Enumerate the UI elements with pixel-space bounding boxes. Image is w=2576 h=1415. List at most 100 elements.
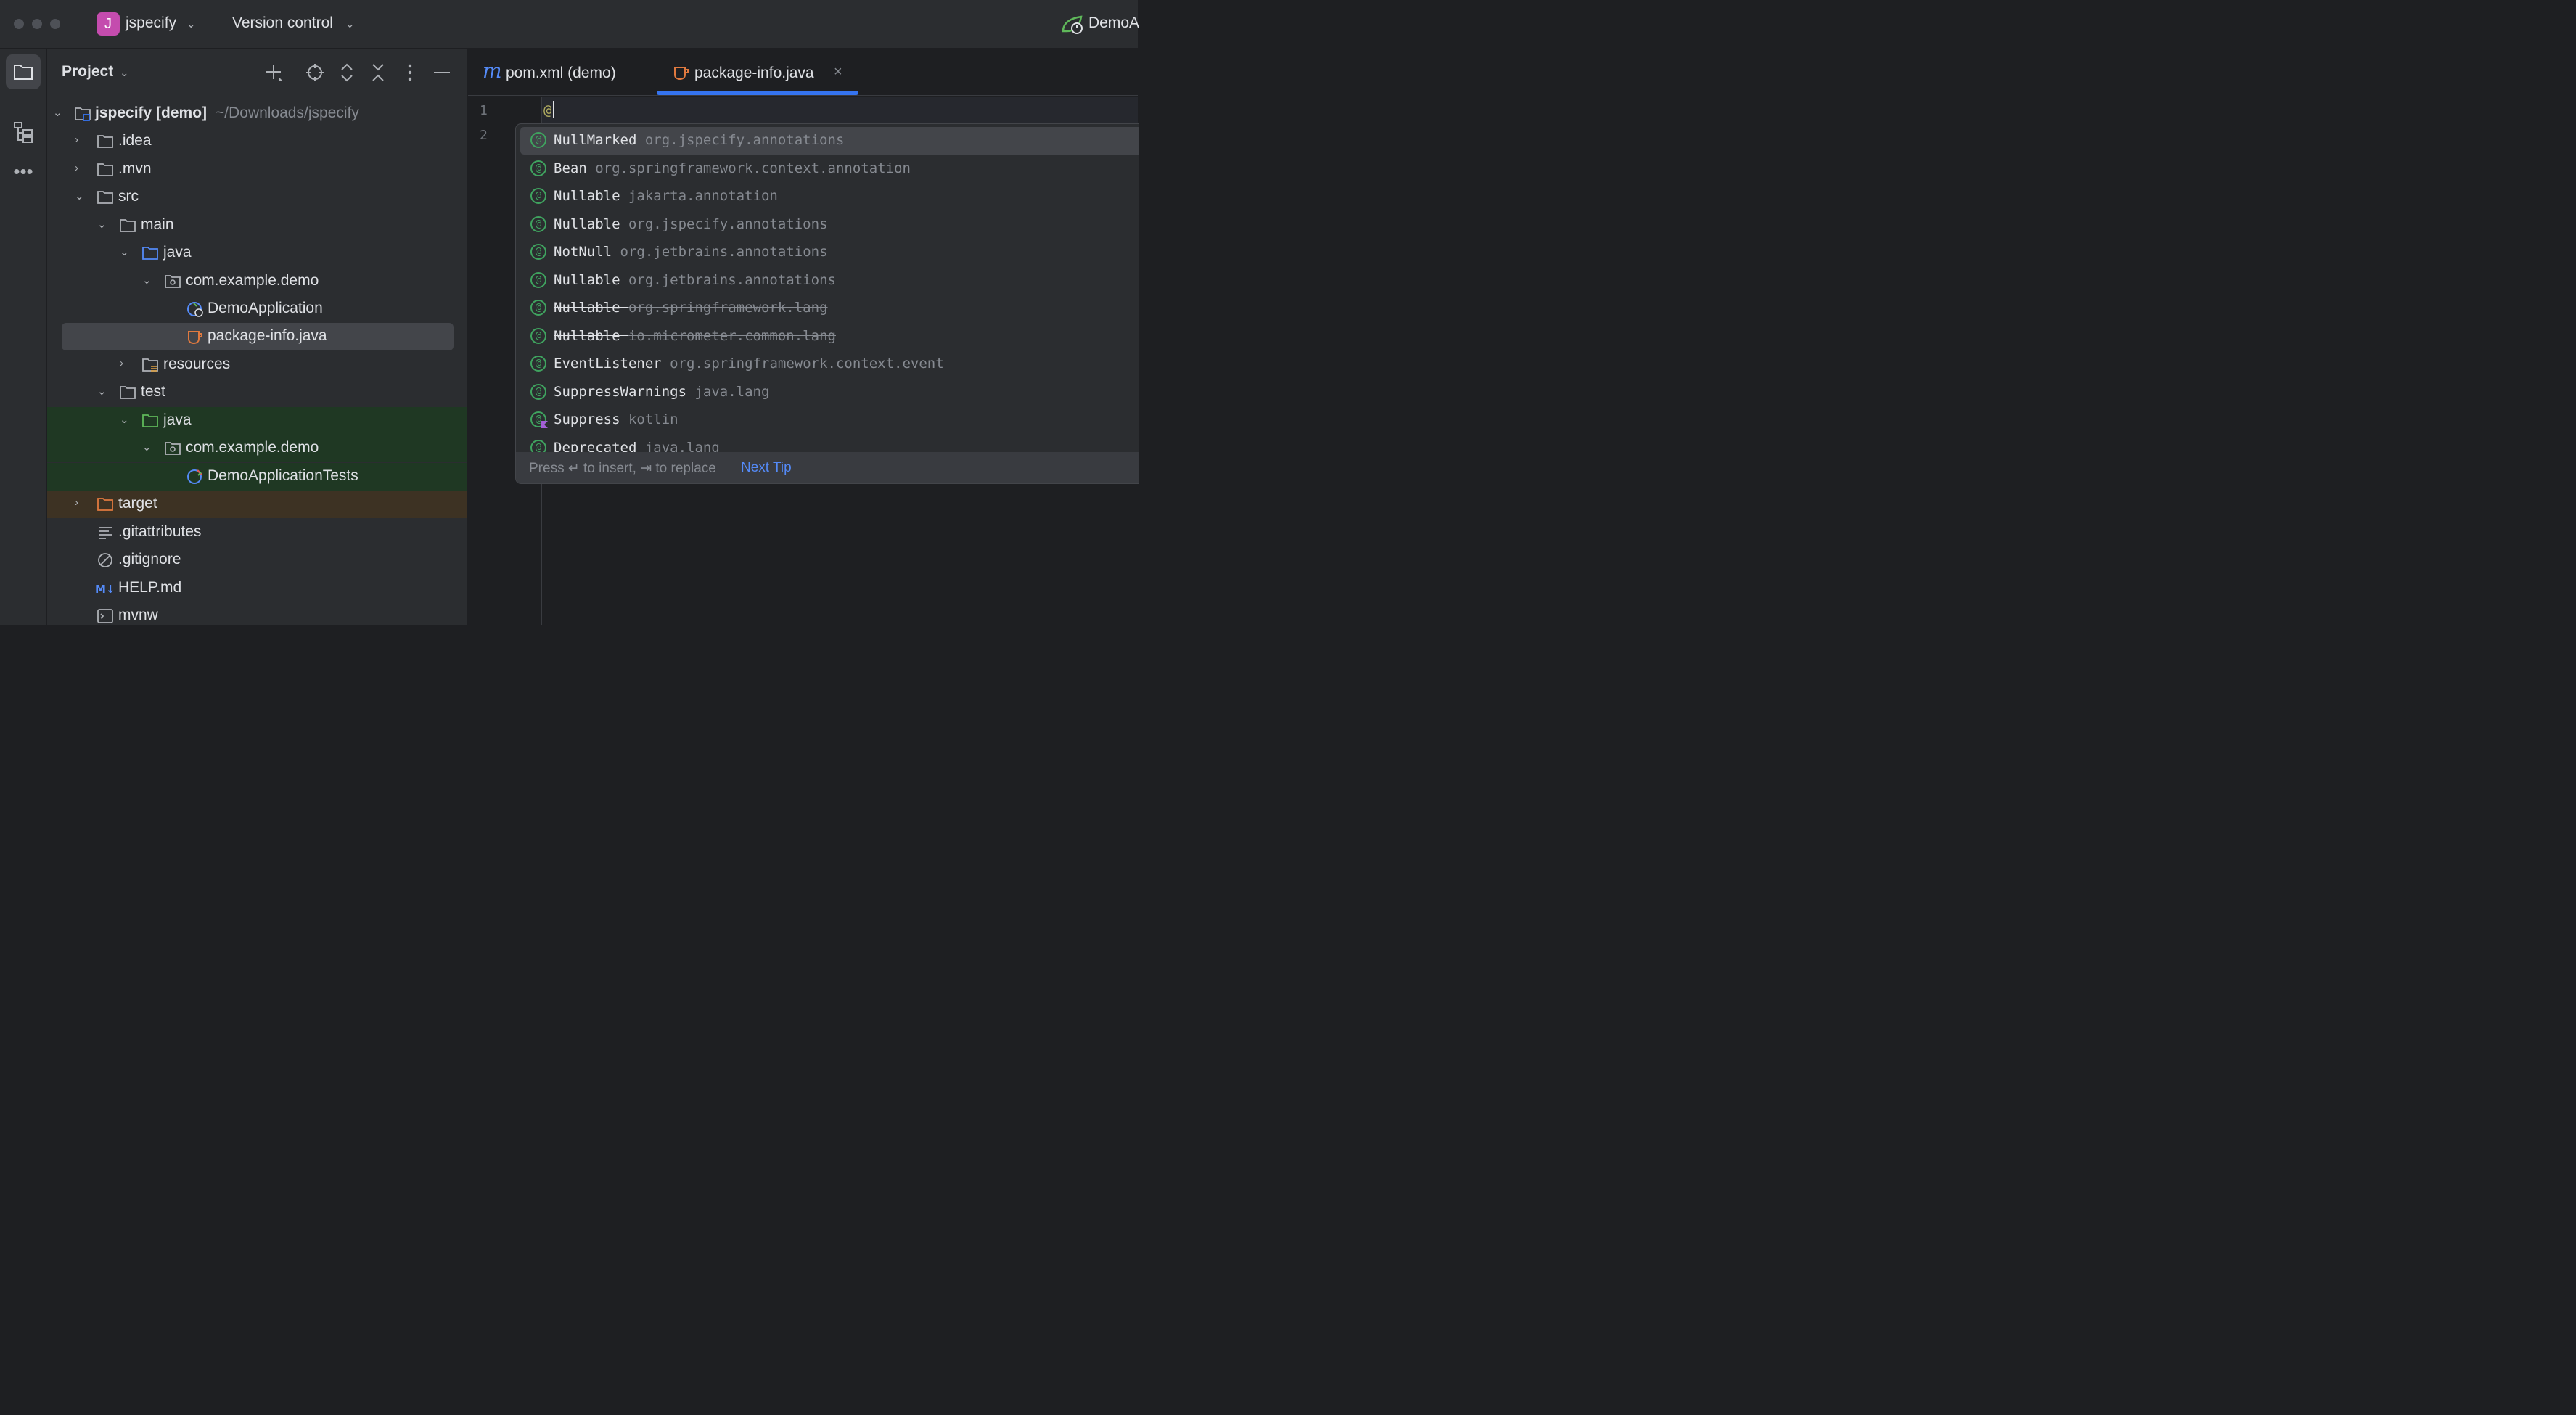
maven-icon: m — [483, 59, 502, 83]
tree-item-mvnw[interactable]: mvnw — [47, 602, 467, 630]
tree-item-target[interactable]: › target — [47, 491, 467, 518]
tree-item-label: test — [141, 383, 165, 400]
tree-item-gitignore[interactable]: .gitignore — [47, 546, 467, 574]
tree-item-package-info[interactable]: package-info.java — [62, 323, 454, 350]
tree-item-main[interactable]: ⌄ main — [47, 212, 467, 239]
locate-file-icon[interactable] — [305, 63, 324, 82]
expand-all-icon[interactable] — [338, 62, 356, 83]
completion-item[interactable]: @ SuppressWarnings java.lang — [520, 379, 1139, 406]
tree-item-test[interactable]: ⌄ test — [47, 379, 467, 406]
completion-item-name: SuppressWarnings java.lang — [554, 384, 770, 400]
completion-item[interactable]: @ NotNull org.jetbrains.annotations — [520, 239, 1139, 266]
tree-item-main-java[interactable]: ⌄ java — [47, 239, 467, 267]
annotation-icon: @ — [530, 244, 546, 260]
tree-item-idea[interactable]: › .idea — [47, 128, 467, 155]
tree-item-gitattributes[interactable]: .gitattributes — [47, 519, 467, 546]
tree-item-help-md[interactable]: M↓ HELP.md — [47, 575, 467, 602]
completion-item-name: Nullable org.jetbrains.annotations — [554, 272, 836, 288]
completion-item-name: Nullable org.springframework.lang — [554, 300, 828, 316]
annotation-icon: @ — [530, 188, 546, 204]
folder-icon — [14, 65, 33, 80]
tab-pom-xml[interactable]: m pom.xml (demo) — [480, 49, 639, 95]
code-line-1[interactable]: @ — [543, 102, 551, 118]
tree-item-mvn[interactable]: › .mvn — [47, 156, 467, 184]
completion-item[interactable]: @ Nullable org.jspecify.annotations — [520, 211, 1139, 239]
test-folder-icon — [142, 414, 158, 427]
more-tools-icon[interactable]: ••• — [6, 160, 41, 189]
next-tip-link[interactable]: Next Tip — [741, 460, 792, 476]
completion-item-deprecated[interactable]: @ Nullable org.springframework.lang — [520, 295, 1139, 322]
tree-item-label: package-info.java — [208, 327, 327, 344]
project-view-selector[interactable]: Project ⌄ — [62, 62, 141, 83]
window-close-button[interactable] — [14, 19, 24, 29]
version-control-label: Version control — [232, 15, 333, 31]
tree-item-jspecify[interactable]: ⌄ jspecify [demo] ~/Downloads/jspecify — [47, 100, 467, 128]
completion-item[interactable]: @ NullMarked org.jspecify.annotations — [520, 127, 1139, 155]
resources-folder-icon — [142, 358, 158, 372]
completion-item[interactable]: @ Nullable jakarta.annotation — [520, 183, 1139, 210]
window-zoom-button[interactable] — [50, 19, 60, 29]
tree-item-label: target — [118, 495, 157, 512]
tree-item-test-package[interactable]: ⌄ com.example.demo — [47, 435, 467, 462]
tab-label: package-info.java — [694, 65, 814, 81]
completion-item[interactable]: @ Nullable org.jetbrains.annotations — [520, 267, 1139, 295]
options-menu-icon[interactable] — [403, 62, 417, 83]
version-control-menu[interactable]: Version control ⌄ — [232, 0, 359, 48]
completion-item-name: Nullable org.jspecify.annotations — [554, 216, 828, 232]
project-switcher[interactable]: J jspecify ⌄ — [97, 0, 202, 48]
tree-item-demoapplicationtests[interactable]: DemoApplicationTests — [47, 463, 467, 491]
tree-item-main-package[interactable]: ⌄ com.example.demo — [47, 268, 467, 295]
active-tab-indicator — [657, 91, 858, 95]
structure-tool-button[interactable] — [6, 114, 41, 149]
chevron-down-icon: ⌄ — [120, 414, 129, 426]
chevron-down-icon: ⌄ — [186, 18, 196, 30]
folder-icon — [120, 386, 136, 399]
chevron-down-icon: ⌄ — [120, 67, 129, 79]
tree-item-label: mvnw — [118, 607, 158, 623]
completion-item[interactable]: @ Bean org.springframework.context.annot… — [520, 155, 1139, 183]
completion-item-name: NotNull org.jetbrains.annotations — [554, 244, 828, 260]
project-name: jspecify — [126, 15, 177, 31]
completion-item-deprecated[interactable]: @ Nullable io.micrometer.common.lang — [520, 323, 1139, 350]
folder-icon — [97, 191, 113, 204]
annotation-icon: @ — [530, 384, 546, 400]
ignore-file-icon — [98, 553, 112, 567]
chevron-down-icon: ⌄ — [142, 274, 152, 287]
tree-item-resources[interactable]: › resources — [47, 351, 467, 379]
project-tool-button[interactable] — [6, 54, 41, 89]
tree-item-label: jspecify [demo] — [95, 104, 208, 121]
tree-item-test-java[interactable]: ⌄ java — [47, 407, 467, 435]
collapse-all-icon[interactable] — [369, 62, 387, 83]
close-icon[interactable]: × — [834, 64, 842, 81]
tree-item-label: DemoApplication — [208, 300, 323, 316]
chevron-right-icon: › — [120, 357, 123, 369]
add-icon[interactable] — [265, 63, 284, 82]
completion-item-name: Suppress kotlin — [554, 411, 678, 427]
chevron-down-icon: ⌄ — [53, 107, 62, 119]
java-file-icon — [188, 331, 202, 345]
annotation-icon: @ — [530, 300, 546, 316]
chevron-right-icon: › — [75, 134, 78, 146]
completion-item[interactable]: @ EventListener org.springframework.cont… — [520, 350, 1139, 378]
tree-item-src[interactable]: ⌄ src — [47, 184, 467, 211]
completion-item[interactable]: @ Suppress kotlin — [520, 406, 1139, 434]
annotation-icon: @ — [530, 132, 546, 148]
markdown-icon: M↓ — [95, 583, 115, 596]
tree-item-label: .gitignore — [118, 551, 181, 567]
project-badge-icon: J — [97, 12, 120, 36]
tree-item-label: .gitattributes — [118, 523, 202, 540]
annotation-icon: @ — [530, 216, 546, 232]
tree-item-label: .idea — [118, 132, 152, 149]
tree-item-demoapplication[interactable]: DemoApplication — [47, 295, 467, 323]
hide-panel-icon[interactable] — [432, 62, 451, 83]
annotation-icon: @ — [530, 356, 546, 372]
annotation-icon: @ — [530, 272, 546, 288]
current-line-highlight — [542, 97, 1138, 123]
package-icon — [165, 442, 181, 455]
chevron-right-icon: › — [75, 162, 78, 174]
window-minimize-button[interactable] — [32, 19, 42, 29]
tab-package-info-java[interactable]: package-info.java × — [657, 49, 858, 95]
completion-popup: @ NullMarked org.jspecify.annotations @ … — [515, 123, 1139, 484]
run-configuration-selector[interactable]: DemoA — [1061, 0, 1139, 48]
tree-item-path: ~/Downloads/jspecify — [216, 104, 359, 121]
